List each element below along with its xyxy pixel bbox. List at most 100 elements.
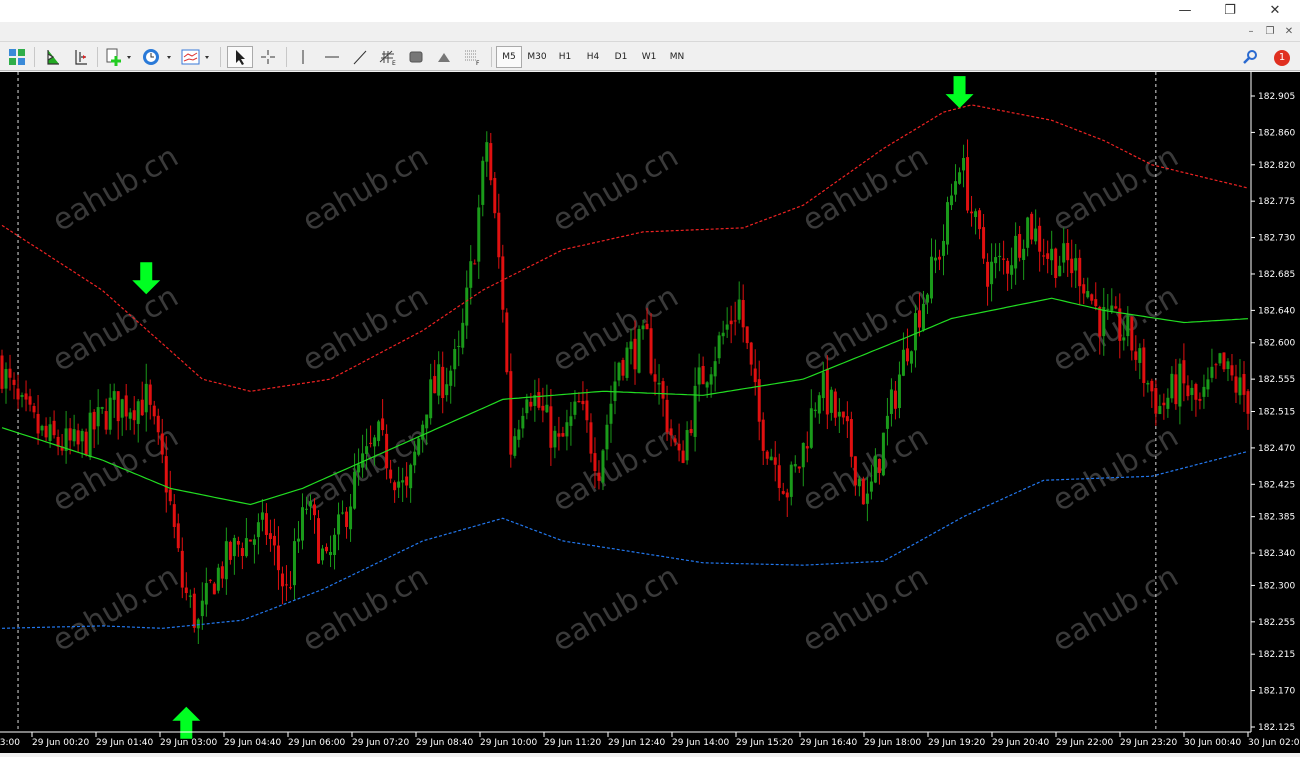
candle-body [1186, 385, 1190, 397]
restore-button[interactable]: ❐ [1207, 0, 1253, 22]
candle-body [393, 482, 397, 491]
candle-body [601, 450, 605, 483]
timeframe-m5[interactable]: M5 [496, 46, 522, 68]
vertical-line-icon[interactable] [292, 46, 314, 68]
candle-body [481, 160, 485, 205]
candle-body [1114, 306, 1118, 309]
candle-body [353, 471, 357, 509]
candle-body [156, 415, 160, 433]
text-label-icon[interactable]: F [460, 46, 484, 68]
mdi-bar: – ❐ ✕ [0, 22, 1300, 42]
price-label: 182.215 [1258, 650, 1295, 660]
timeframe-mn[interactable]: MN [664, 46, 690, 68]
candle-body [425, 414, 429, 429]
candle-body [457, 345, 461, 347]
candle-body [377, 421, 381, 441]
candle-body [180, 550, 184, 588]
candle-body [465, 287, 469, 326]
horizontal-line-icon[interactable] [320, 46, 344, 68]
timeframe-w1[interactable]: W1 [636, 46, 662, 68]
price-label: 182.255 [1258, 618, 1295, 628]
templates-icon[interactable] [180, 46, 214, 68]
candle-body [869, 481, 873, 492]
cursor-tool-icon[interactable] [227, 46, 253, 68]
candle-body [349, 506, 353, 530]
crosshair-icon[interactable] [256, 46, 280, 68]
search-icon[interactable] [1240, 46, 1260, 68]
chart-close-button[interactable]: ✕ [1281, 25, 1297, 39]
candle-body [0, 355, 4, 389]
candle-body [1014, 235, 1018, 269]
candle-body [701, 365, 705, 385]
time-label: 29 Jun 14:00 [672, 738, 729, 748]
watermark: eahub.cn [797, 139, 935, 239]
price-label: 182.125 [1258, 723, 1295, 733]
chart-restore-button[interactable]: ❐ [1262, 25, 1278, 39]
timeframe-m30[interactable]: M30 [524, 46, 550, 68]
timeframe-d1[interactable]: D1 [608, 46, 634, 68]
candle-body [1234, 376, 1238, 393]
minimize-button[interactable]: — [1162, 0, 1208, 22]
auto-scroll-icon[interactable] [42, 46, 62, 68]
candle-body [978, 210, 982, 230]
candle-body [381, 418, 385, 431]
time-label: 29 Jun 06:00 [288, 738, 345, 748]
candle-body [649, 328, 653, 374]
chart-shift-icon[interactable] [70, 46, 90, 68]
candle-body [697, 367, 701, 385]
candle-body [148, 384, 152, 405]
candle-body [397, 481, 401, 488]
candle-body [260, 512, 264, 520]
notification-badge: 1 [1274, 50, 1290, 66]
candle-body [885, 415, 889, 429]
candle-body [657, 382, 661, 385]
svg-text:F: F [476, 60, 480, 66]
new-chart-icon[interactable] [104, 46, 134, 68]
price-label: 182.640 [1258, 306, 1295, 316]
svg-text:E: E [392, 60, 396, 66]
time-label: 23:00 [0, 738, 20, 748]
watermark: eahub.cn [1047, 559, 1185, 659]
candle-body [938, 256, 942, 260]
candle-body [633, 338, 637, 370]
candle-body [433, 376, 437, 394]
price-chart[interactable]: eahub.cn eahub.cn eahub.cn eahub.cn eahub.cn… [0, 72, 1300, 753]
chart-canvas[interactable]: eahub.cn eahub.cn eahub.cn eahub.cn eahub.cn… [0, 72, 1300, 753]
rectangle-icon[interactable] [404, 46, 428, 68]
triangle-icon[interactable] [432, 46, 456, 68]
candle-body [589, 422, 593, 454]
candle-body [1046, 253, 1050, 259]
periodicity-icon[interactable] [140, 46, 174, 68]
candle-body [216, 567, 220, 591]
price-label: 182.340 [1258, 549, 1295, 559]
candle-body [1018, 234, 1022, 258]
candle-body [72, 429, 76, 442]
candle-body [1078, 257, 1082, 287]
close-button[interactable]: ✕ [1252, 0, 1298, 22]
candle-body [817, 395, 821, 414]
chart-minimize-button[interactable]: – [1243, 25, 1259, 39]
time-label: 29 Jun 15:20 [736, 738, 793, 748]
candle-body [1070, 258, 1074, 274]
watermark: eahub.cn [1047, 139, 1185, 239]
candle-body [537, 392, 541, 408]
candle-body [849, 419, 853, 457]
candle-body [1194, 384, 1198, 400]
candle-body [1058, 265, 1062, 277]
candle-body [1214, 364, 1218, 366]
timeframe-h4[interactable]: H4 [580, 46, 606, 68]
candle-body [224, 541, 228, 580]
profiles-icon[interactable] [6, 46, 28, 68]
candle-body [256, 522, 260, 538]
candle-body [733, 320, 737, 322]
timeframe-h1[interactable]: H1 [552, 46, 578, 68]
fibonacci-icon[interactable]: E [376, 46, 400, 68]
candle-body [28, 396, 32, 405]
candle-body [1062, 243, 1066, 263]
trendline-icon[interactable] [348, 46, 372, 68]
candle-body [721, 332, 725, 337]
notifications-button[interactable]: 1 [1268, 46, 1296, 68]
candle-body [313, 504, 317, 516]
candle-body [982, 227, 986, 259]
candle-body [304, 508, 308, 510]
